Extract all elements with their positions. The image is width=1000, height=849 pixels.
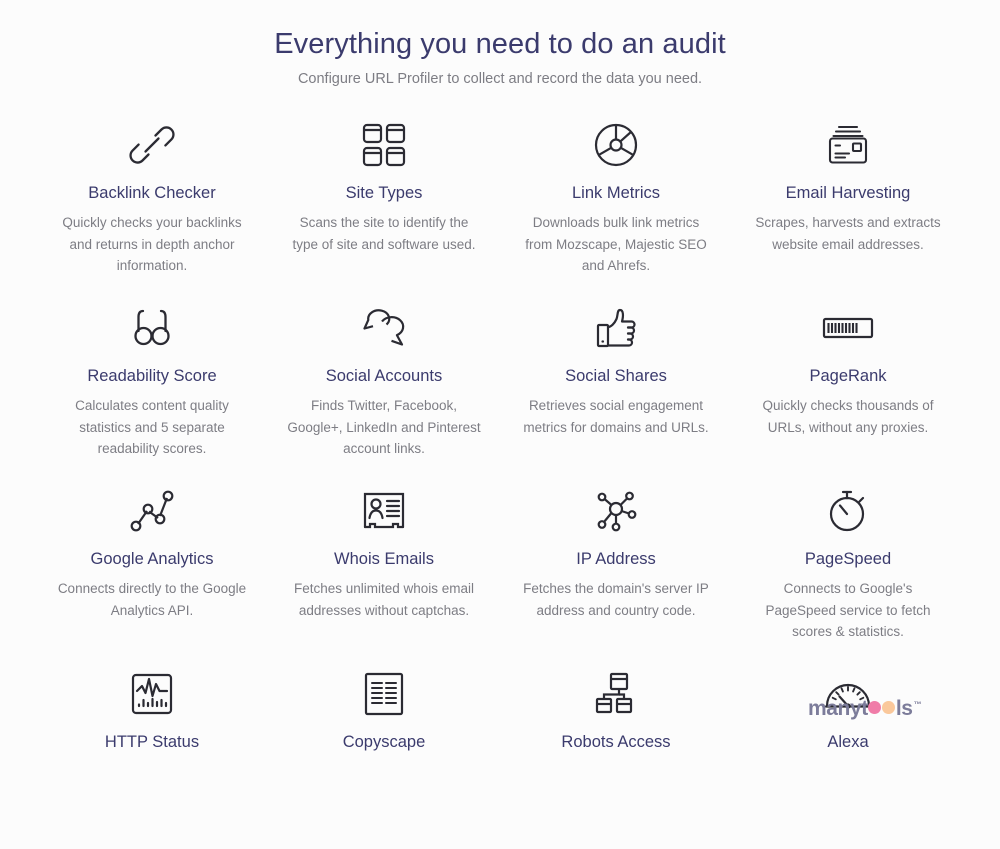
feature-title: Robots Access: [561, 733, 671, 751]
feature-title: Copyscape: [342, 733, 426, 751]
feature-card-google-analytics[interactable]: Google Analytics Connects directly to th…: [36, 483, 268, 666]
feature-title: Whois Emails: [334, 550, 434, 568]
feature-description: Connects directly to the Google Analytic…: [57, 581, 247, 618]
feature-card-social-shares[interactable]: Social Shares Retrieves social engagemen…: [500, 300, 732, 483]
network-hub-icon: [514, 483, 718, 539]
gauge-icon: [746, 666, 950, 722]
feature-card-social-accounts[interactable]: Social Accounts Finds Twitter, Facebook,…: [268, 300, 500, 483]
feature-card-ip-address[interactable]: IP Address Fetches the domain's server I…: [500, 483, 732, 666]
page-subtitle: Configure URL Profiler to collect and re…: [297, 71, 703, 87]
feature-description: Quickly checks your backlinks and return…: [62, 215, 242, 273]
page-root: Everything you need to do an audit Confi…: [0, 0, 1000, 757]
feature-title: Readability Score: [87, 367, 217, 385]
stopwatch-icon: [746, 483, 950, 539]
feature-title: PageSpeed: [804, 550, 892, 568]
feature-description: Finds Twitter, Facebook, Google+, Linked…: [287, 398, 481, 456]
pie-chart-icon: [514, 117, 718, 173]
node-graph-icon: [50, 483, 254, 539]
feature-card-whois-emails[interactable]: Whois Emails Fetches unlimited whois ema…: [268, 483, 500, 666]
feature-title: IP Address: [576, 550, 656, 568]
feature-description: Fetches the domain's server IP address a…: [523, 581, 709, 618]
feature-title: Social Accounts: [325, 367, 443, 385]
feature-card-http-status[interactable]: HTTP Status: [36, 666, 268, 849]
feature-card-site-types[interactable]: Site Types Scans the site to identify th…: [268, 117, 500, 300]
envelope-mail-icon: [746, 117, 950, 173]
feature-title: HTTP Status: [104, 733, 200, 751]
feature-card-pagespeed[interactable]: PageSpeed Connects to Google's PageSpeed…: [732, 483, 964, 666]
feature-title: Email Harvesting: [785, 184, 911, 202]
progress-meter-icon: [746, 300, 950, 356]
feature-title: Social Shares: [565, 367, 667, 385]
feature-card-copyscape[interactable]: Copyscape: [268, 666, 500, 849]
feature-grid: Backlink Checker Quickly checks your bac…: [0, 117, 1000, 849]
feature-card-email-harvesting[interactable]: Email Harvesting Scrapes, harvests and e…: [732, 117, 964, 300]
feature-description: Retrieves social engagement metrics for …: [523, 398, 709, 435]
feature-title: Google Analytics: [90, 550, 214, 568]
feature-title: PageRank: [809, 367, 887, 385]
feature-title: Link Metrics: [571, 184, 661, 202]
feature-title: Site Types: [345, 184, 423, 202]
document-text-icon: [282, 666, 486, 722]
id-card-icon: [282, 483, 486, 539]
speech-bubbles-icon: [282, 300, 486, 356]
feature-title: Backlink Checker: [88, 184, 216, 202]
feature-card-readability-score[interactable]: Readability Score Calculates content qua…: [36, 300, 268, 483]
feature-description: Downloads bulk link metrics from Mozscap…: [525, 215, 707, 273]
thumbs-up-icon: [514, 300, 718, 356]
feature-description: Connects to Google's PageSpeed service t…: [765, 581, 931, 639]
sitemap-icon: [514, 666, 718, 722]
glasses-icon: [50, 300, 254, 356]
feature-card-backlink-checker[interactable]: Backlink Checker Quickly checks your bac…: [36, 117, 268, 300]
feature-description: Scrapes, harvests and extracts website e…: [755, 215, 941, 252]
feature-card-robots-access[interactable]: Robots Access: [500, 666, 732, 849]
feature-card-alexa[interactable]: Alexa: [732, 666, 964, 849]
page-title: Everything you need to do an audit: [274, 28, 726, 60]
feature-title: Alexa: [827, 733, 869, 751]
page-header: Everything you need to do an audit Confi…: [0, 26, 1000, 90]
feature-description: Fetches unlimited whois email addresses …: [293, 581, 475, 618]
feature-card-pagerank[interactable]: PageRank Quickly checks thousands of URL…: [732, 300, 964, 483]
feature-description: Quickly checks thousands of URLs, withou…: [762, 398, 934, 435]
feature-card-link-metrics[interactable]: Link Metrics Downloads bulk link metrics…: [500, 117, 732, 300]
chain-link-icon: [50, 117, 254, 173]
monitor-chart-icon: [50, 666, 254, 722]
feature-description: Scans the site to identify the type of s…: [292, 215, 476, 252]
grid-squares-icon: [282, 117, 486, 173]
feature-description: Calculates content quality statistics an…: [75, 398, 229, 456]
